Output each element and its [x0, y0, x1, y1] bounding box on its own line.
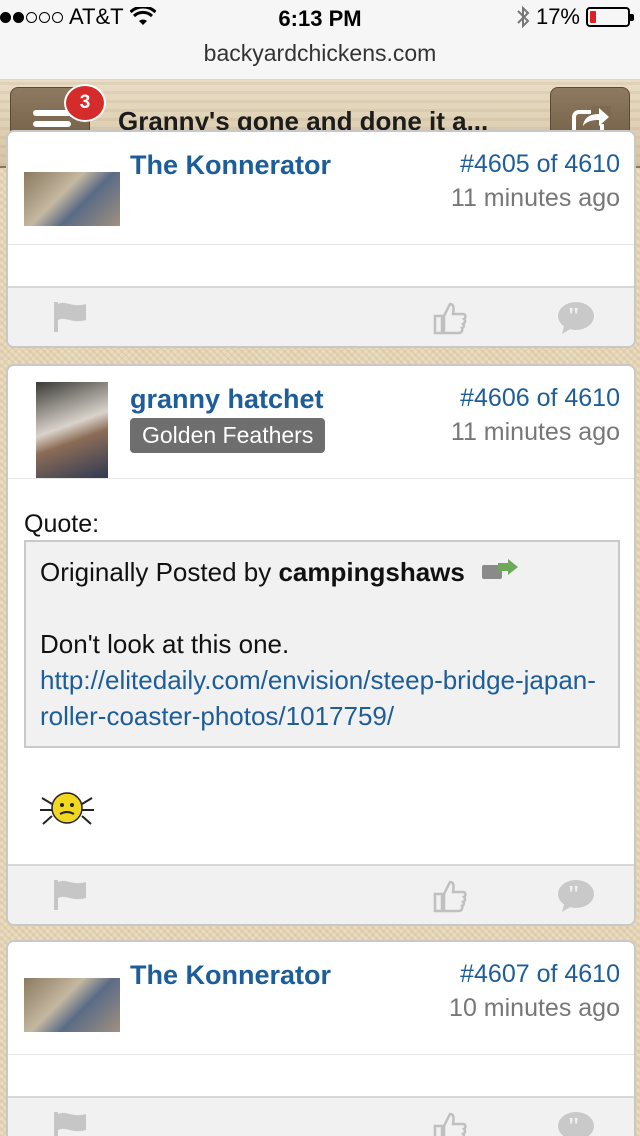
- post-number[interactable]: #4605 of 4610: [460, 150, 620, 179]
- quote-attribution: Originally Posted by campingshaws: [40, 554, 604, 590]
- reply-quote-icon[interactable]: ": [556, 1110, 596, 1136]
- post-actions: ": [8, 286, 634, 346]
- post-author[interactable]: The Konnerator: [130, 150, 331, 181]
- status-bar: AT&T 6:13 PM 17% backyardchickens.com: [0, 0, 640, 80]
- quoted-author[interactable]: campingshaws: [278, 557, 464, 587]
- post-4605: The Konnerator #4605 of 4610 11 minutes …: [6, 130, 636, 348]
- flag-icon[interactable]: [50, 878, 90, 912]
- reply-quote-icon[interactable]: ": [556, 300, 596, 336]
- post-author[interactable]: The Konnerator: [130, 960, 331, 991]
- svg-text:": ": [567, 882, 580, 908]
- svg-text:": ": [567, 304, 580, 330]
- url-bar[interactable]: backyardchickens.com: [0, 40, 640, 67]
- smiley-icon: [40, 792, 94, 825]
- reply-quote-icon[interactable]: ": [556, 878, 596, 914]
- user-title-badge: Golden Feathers: [130, 418, 326, 453]
- like-icon[interactable]: [432, 300, 468, 336]
- avatar[interactable]: [24, 172, 120, 226]
- quote-text: Don't look at this one.: [40, 629, 290, 659]
- post-time: 11 minutes ago: [450, 184, 620, 212]
- battery-percent: 17%: [535, 4, 580, 29]
- flag-icon[interactable]: [50, 300, 90, 334]
- quote-link[interactable]: http://elitedaily.com/envision/steep-bri…: [40, 662, 604, 734]
- post-actions: ": [8, 1096, 634, 1136]
- quote-box: Originally Posted by campingshaws Don't …: [24, 540, 620, 748]
- post-actions: ": [8, 864, 634, 924]
- notification-badge: 3: [64, 84, 106, 122]
- avatar[interactable]: [24, 978, 120, 1032]
- post-time: 10 minutes ago: [449, 994, 620, 1022]
- post-time: 11 minutes ago: [450, 418, 620, 446]
- view-post-icon[interactable]: [480, 559, 520, 583]
- battery-indicator: 17%: [516, 4, 634, 30]
- post-4606: granny hatchet Golden Feathers #4606 of …: [6, 364, 636, 926]
- post-author[interactable]: granny hatchet: [130, 384, 324, 415]
- like-icon[interactable]: [432, 878, 468, 914]
- bluetooth-icon: [517, 5, 530, 29]
- post-4607: The Konnerator #4607 of 4610 10 minutes …: [6, 940, 636, 1136]
- svg-text:": ": [567, 1114, 580, 1136]
- like-icon[interactable]: [432, 1110, 468, 1136]
- battery-icon: [586, 7, 634, 27]
- post-number[interactable]: #4607 of 4610: [460, 960, 620, 989]
- post-number[interactable]: #4606 of 4610: [460, 384, 620, 413]
- flag-icon[interactable]: [50, 1110, 90, 1136]
- avatar[interactable]: [36, 382, 108, 478]
- quote-label: Quote:: [24, 510, 100, 538]
